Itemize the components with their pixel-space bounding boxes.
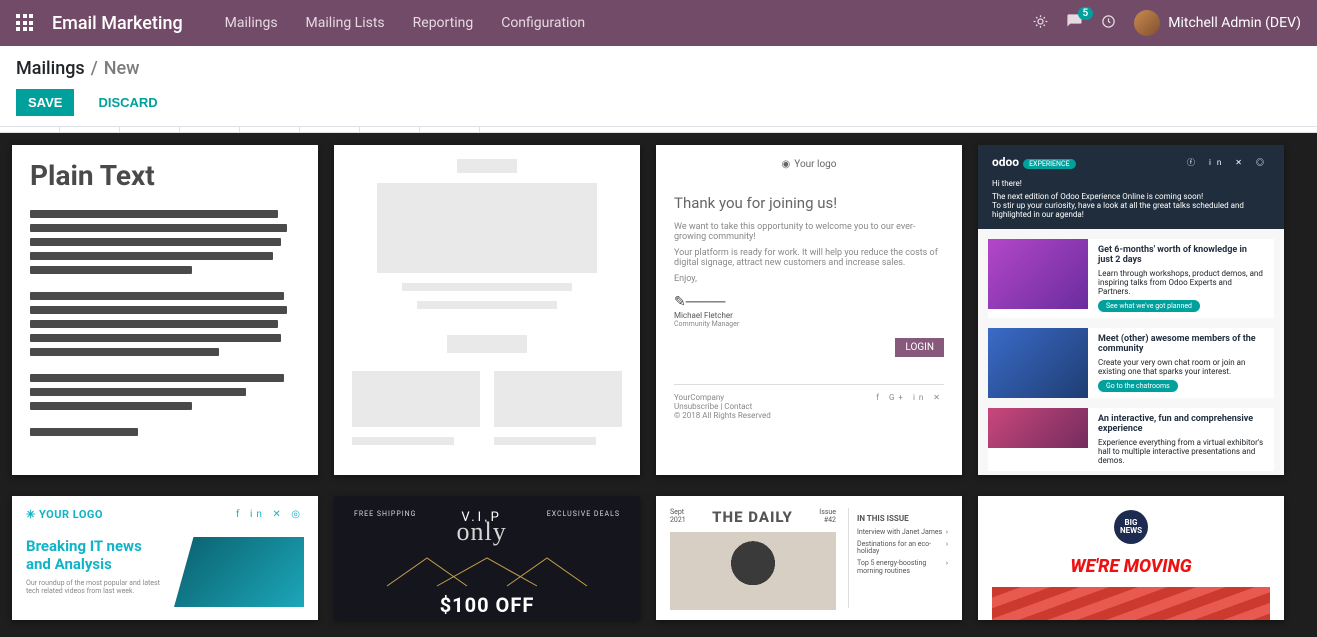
activities-icon[interactable] bbox=[1101, 14, 1116, 33]
user-avatar-icon bbox=[1134, 10, 1160, 36]
list-item: Destinations for an eco-holiday› bbox=[857, 541, 948, 556]
event-intro2: To stir up your curiosity, have a look a… bbox=[992, 201, 1270, 219]
daily-hero-image bbox=[670, 532, 836, 610]
welcome-enjoy: Enjoy, bbox=[674, 274, 944, 284]
save-button[interactable]: Save bbox=[16, 89, 74, 116]
nav-menu-mailings[interactable]: Mailings bbox=[225, 15, 278, 31]
template-daily[interactable]: Sept2021 THE DAILY Issue#42 IN THIS ISSU… bbox=[656, 496, 962, 620]
welcome-sig-name: Michael Fletcher bbox=[674, 311, 944, 320]
welcome-p2: Your platform is ready for work. It will… bbox=[674, 248, 944, 268]
welcome-footer-unsub: Unsubscribe bbox=[674, 402, 718, 411]
it-logo: ✳ YOUR LOGO bbox=[26, 508, 103, 521]
template-plain-title: Plain Text bbox=[30, 159, 300, 192]
event-hi: Hi there! bbox=[992, 179, 1270, 188]
messages-badge: 5 bbox=[1078, 7, 1094, 20]
event-brand-tag: EXPERIENCE bbox=[1023, 159, 1076, 169]
daily-title: THE DAILY bbox=[686, 508, 820, 526]
nav-menu-mailing-lists[interactable]: Mailing Lists bbox=[306, 15, 385, 31]
it-headline: Breaking IT news and Analysis bbox=[26, 537, 162, 573]
user-menu[interactable]: Mitchell Admin (DEV) bbox=[1134, 10, 1301, 36]
template-wireframe[interactable] bbox=[334, 145, 640, 475]
welcome-sig-role: Community Manager bbox=[674, 320, 944, 328]
welcome-logo-text: Your logo bbox=[794, 159, 836, 170]
template-it-news[interactable]: ✳ YOUR LOGO f in ✕ ◎ Breaking IT news an… bbox=[12, 496, 318, 620]
event-thumb-icon bbox=[988, 239, 1088, 309]
breadcrumb-root[interactable]: Mailings bbox=[16, 58, 85, 79]
welcome-login-button: LOGIN bbox=[895, 338, 944, 357]
nav-menu-configuration[interactable]: Configuration bbox=[501, 15, 585, 31]
event-row: Get 6-months' worth of knowledge in just… bbox=[988, 239, 1274, 318]
event-thumb-icon bbox=[988, 408, 1088, 448]
daily-side-heading: IN THIS ISSUE bbox=[857, 514, 948, 523]
moving-hero-image bbox=[992, 587, 1270, 620]
welcome-footer-contact: Contact bbox=[724, 402, 752, 411]
control-panel: Mailings / New Save Discard bbox=[0, 46, 1317, 127]
welcome-heading: Thank you for joining us! bbox=[674, 194, 944, 212]
template-welcome[interactable]: ◉Your logo Thank you for joining us! We … bbox=[656, 145, 962, 475]
app-title: Email Marketing bbox=[52, 13, 183, 34]
welcome-footer-copy: © 2018 All Rights Reserved bbox=[674, 411, 771, 420]
vip-center-script: only bbox=[456, 517, 506, 547]
it-sub: Our roundup of the most popular and late… bbox=[26, 579, 162, 595]
art-deco-icon bbox=[334, 553, 640, 593]
template-event[interactable]: odoo EXPERIENCE ⓕ in ✕ ◎ Hi there! The ne… bbox=[978, 145, 1284, 475]
debug-icon[interactable] bbox=[1033, 14, 1048, 33]
welcome-p1: We want to take this opportunity to welc… bbox=[674, 222, 944, 242]
breadcrumb-current: New bbox=[104, 58, 140, 79]
template-vip[interactable]: FREE SHIPPING V.I.P only EXCLUSIVE DEALS… bbox=[334, 496, 640, 620]
vip-left: FREE SHIPPING bbox=[354, 510, 416, 547]
nav-menu: Mailings Mailing Lists Reporting Configu… bbox=[225, 15, 585, 31]
event-thumb-icon bbox=[988, 328, 1088, 398]
it-social-icons: f in ✕ ◎ bbox=[236, 509, 304, 520]
nav-menu-reporting[interactable]: Reporting bbox=[413, 15, 474, 31]
it-hero-image bbox=[174, 537, 304, 607]
vip-price: $100 OFF bbox=[334, 593, 640, 617]
event-brand: odoo bbox=[992, 155, 1019, 169]
user-name: Mitchell Admin (DEV) bbox=[1168, 15, 1301, 31]
list-item: Top 5 energy-boosting morning routines› bbox=[857, 560, 948, 575]
big-news-badge-icon: BIGNEWS bbox=[1114, 510, 1148, 544]
welcome-footer-company: YourCompany bbox=[674, 393, 771, 402]
event-row: Meet (other) awesome members of the comm… bbox=[988, 328, 1274, 398]
template-moving[interactable]: BIGNEWS WE'RE MOVING bbox=[978, 496, 1284, 620]
breadcrumb: Mailings / New bbox=[16, 58, 1301, 79]
breadcrumb-sep: / bbox=[91, 58, 98, 79]
welcome-social-icons: f G+ in ✕ bbox=[876, 393, 944, 420]
event-row: An interactive, fun and comprehensive ex… bbox=[988, 408, 1274, 471]
template-grid[interactable]: Plain Text ◉Your logo Thank you for join… bbox=[0, 133, 1317, 637]
discard-button[interactable]: Discard bbox=[86, 89, 169, 116]
vip-right: EXCLUSIVE DEALS bbox=[547, 510, 620, 547]
moving-title: WE'RE MOVING bbox=[992, 556, 1270, 577]
messages-icon[interactable]: 5 bbox=[1066, 13, 1083, 34]
apps-menu-icon[interactable] bbox=[16, 14, 34, 32]
globe-icon: ◉ bbox=[782, 159, 791, 170]
event-social-icons: ⓕ in ✕ ◎ bbox=[1187, 157, 1270, 168]
list-item: Interview with Janet James› bbox=[857, 529, 948, 537]
template-plain-text[interactable]: Plain Text bbox=[12, 145, 318, 475]
event-intro1: The next edition of Odoo Experience Onli… bbox=[992, 192, 1270, 201]
main-navbar: Email Marketing Mailings Mailing Lists R… bbox=[0, 0, 1317, 46]
